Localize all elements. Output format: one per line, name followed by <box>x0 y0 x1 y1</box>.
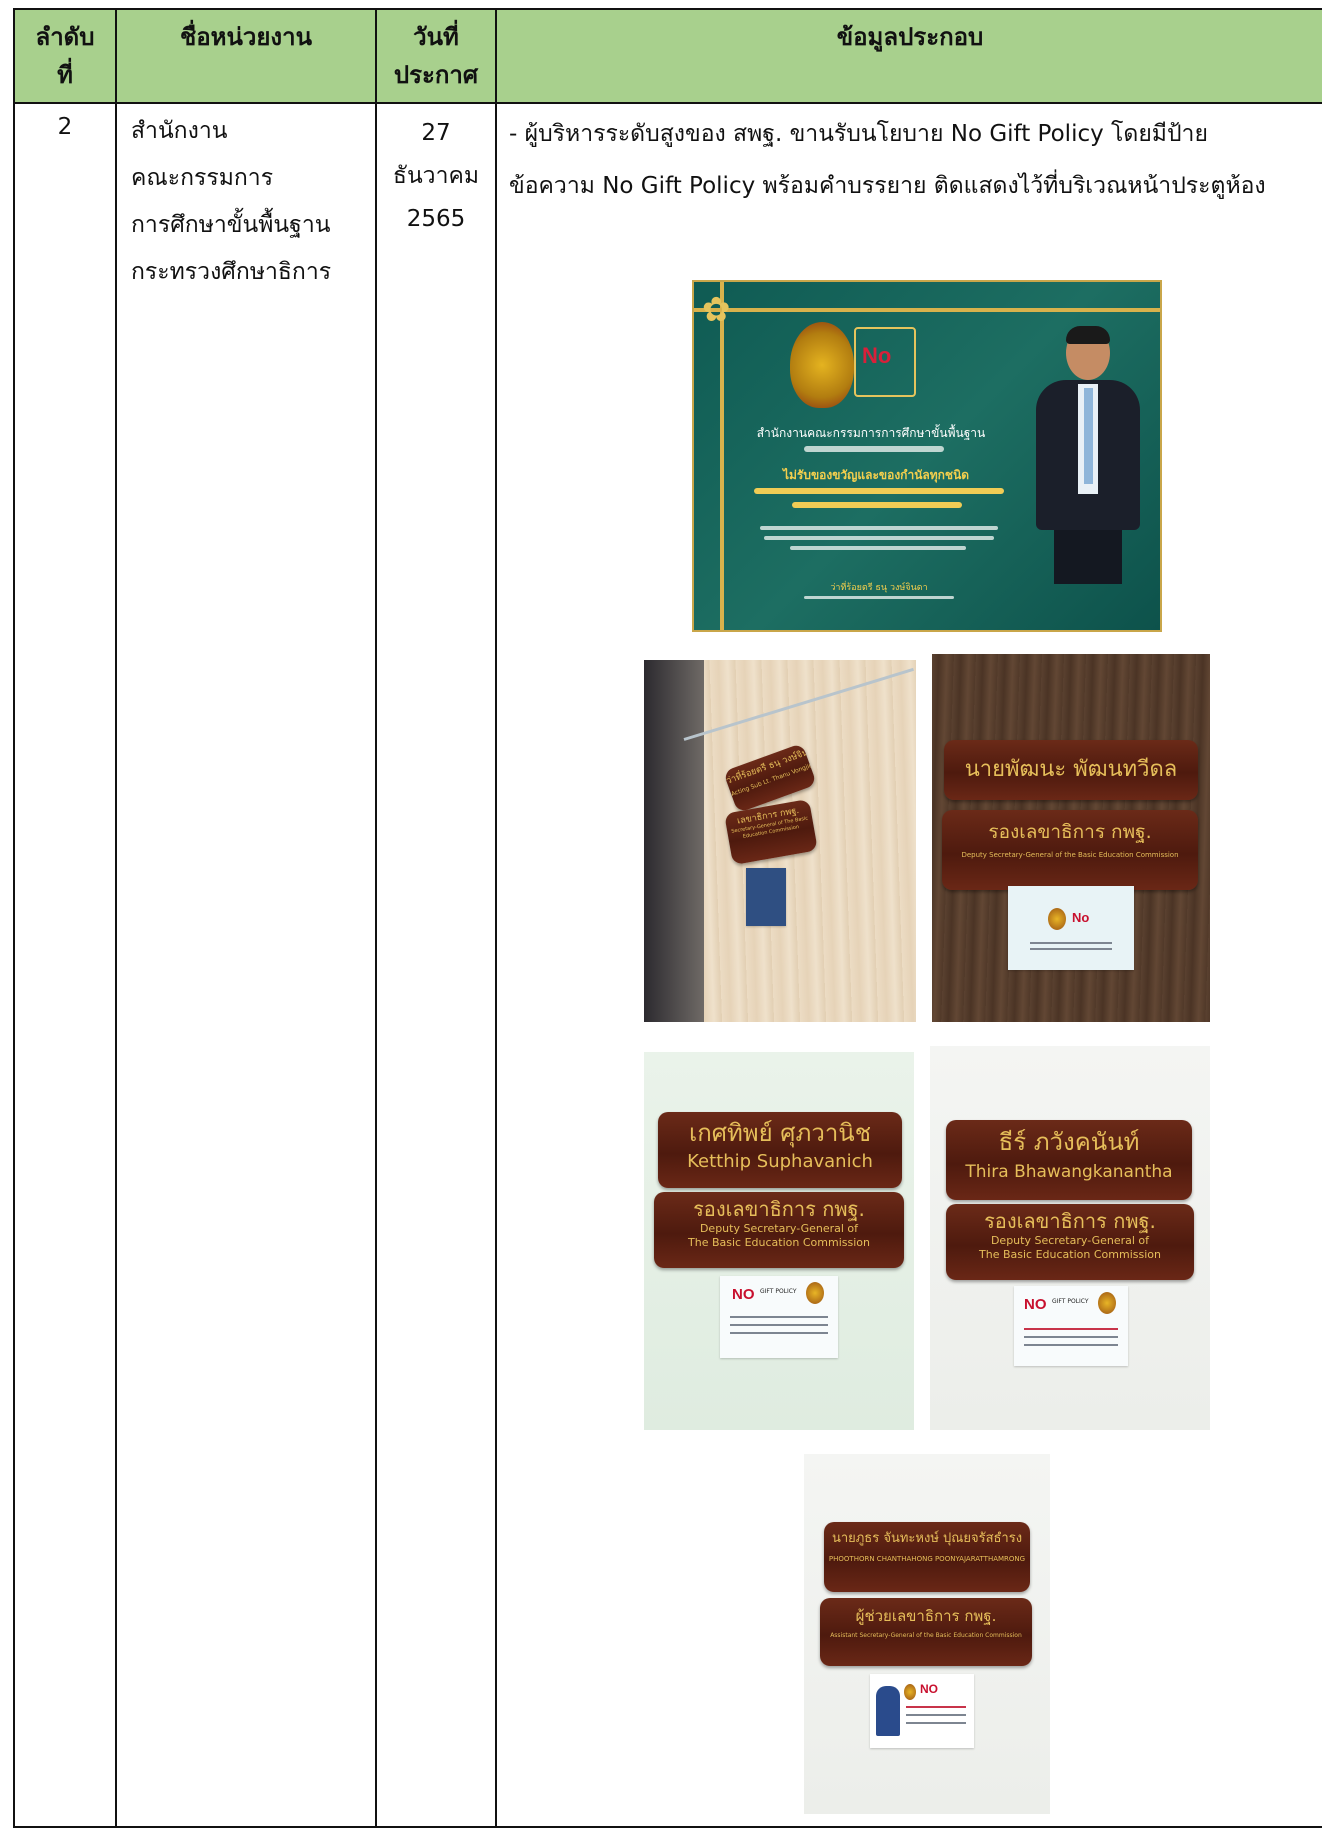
header-date-line1: วันที่ <box>413 23 459 51</box>
title-plate: รองเลขาธิการ กพฐ. Deputy Secretary-Gener… <box>946 1204 1194 1280</box>
agency-line: กระทรวงศึกษาธิการ <box>131 259 332 285</box>
executive-portrait <box>1032 326 1144 584</box>
header-no: ลำดับ ที่ <box>13 8 117 104</box>
agency-line: การศึกษาขั้นพื้นฐาน <box>131 212 331 238</box>
agency-line: คณะกรรมการ <box>131 165 274 191</box>
name-plate: เกศทิพย์ ศุภวานิช Ketthip Suphavanich <box>658 1112 902 1188</box>
no-gift-notice: No <box>1008 886 1134 970</box>
header-date-line2: ประกาศ <box>393 61 479 89</box>
agency-line: สำนักงาน <box>131 118 228 144</box>
name-plate: นายพัฒนะ พัฒนทวีดล <box>944 740 1198 800</box>
no-gift-notice: NO <box>870 1674 974 1748</box>
title-plate: รองเลขาธิการ กพฐ. Deputy Secretary-Gener… <box>942 810 1198 890</box>
name-plate: ธีร์ ภวังคนันท์ Thira Bhawangkanantha <box>946 1120 1192 1200</box>
date-year: 2565 <box>406 206 466 232</box>
header-info: ข้อมูลประกอบ <box>495 8 1322 104</box>
title-plate: ผู้ช่วยเลขาธิการ กพฐ. Assistant Secretar… <box>820 1598 1032 1666</box>
header-row: ลำดับ ที่ ชื่อหน่วยงาน วันที่ ประกาศ ข้อ… <box>13 8 1322 104</box>
gold-ribbon <box>720 282 724 630</box>
header-agency-label: ชื่อหน่วยงาน <box>179 23 313 51</box>
door-sign-photo-4: ธีร์ ภวังคนันท์ Thira Bhawangkanantha รอ… <box>930 1046 1210 1430</box>
door-sign-photo-3: เกศทิพย์ ศุภวานิช Ketthip Suphavanich รอ… <box>644 1052 914 1430</box>
header-info-label: ข้อมูลประกอบ <box>836 23 984 51</box>
obec-seal-icon <box>790 322 854 408</box>
no-gift-poster-image: ✿ No สำนักงานคณะกรรมการการศึกษาขั้นพื้นฐ… <box>692 280 1162 632</box>
cell-date: 27 ธันวาคม 2565 <box>375 102 497 1828</box>
info-text: - ผู้บริหารระดับสูงของ สพฐ. ขานรับนโยบาย… <box>509 121 1266 199</box>
name-plate: นายภูธร จันทะหงษ์ ปุณยจรัสธำรง PHOOTHORN… <box>824 1522 1030 1592</box>
header-no-line1: ลำดับ <box>35 23 95 51</box>
no-gift-notice: NO GIFT POLICY <box>720 1276 838 1358</box>
no-gift-logo: No <box>854 327 916 397</box>
door-sign-photo-1: ว่าที่ร้อยตรี ธนุ วงษ์จินดา Acting Sub L… <box>644 660 916 1022</box>
header-no-line2: ที่ <box>57 61 73 89</box>
poster-heading: สำนักงานคณะกรรมการการศึกษาขั้นพื้นฐาน <box>756 426 986 440</box>
door-sign-photo-5: นายภูธร จันทะหงษ์ ปุณยจรัสธำรง PHOOTHORN… <box>804 1454 1050 1814</box>
poster-slogan: ไม่รับของขวัญและของกำนัลทุกชนิด <box>782 468 970 482</box>
date-day: 27 <box>421 120 451 146</box>
cell-no: 2 <box>13 102 117 1828</box>
gold-ribbon <box>694 308 1160 312</box>
gift-bow-icon: ✿ <box>702 290 731 330</box>
cell-agency: สำนักงาน คณะกรรมการ การศึกษาขั้นพื้นฐาน … <box>115 102 377 1828</box>
header-agency: ชื่อหน่วยงาน <box>115 8 377 104</box>
date-month: ธันวาคม <box>392 163 480 189</box>
no-gift-logo-text: No <box>862 343 892 368</box>
title-plate: รองเลขาธิการ กพฐ. Deputy Secretary-Gener… <box>654 1192 904 1268</box>
door-sign-photo-2: นายพัฒนะ พัฒนทวีดล รองเลขาธิการ กพฐ. Dep… <box>932 654 1210 1022</box>
no-gift-notice: NO GIFT POLICY <box>1014 1286 1128 1366</box>
poster-signer: ว่าที่ร้อยตรี ธนุ วงษ์จินดา <box>830 583 928 593</box>
header-date: วันที่ ประกาศ <box>375 8 497 104</box>
row-number: 2 <box>57 114 73 140</box>
no-gift-notice <box>746 868 786 926</box>
